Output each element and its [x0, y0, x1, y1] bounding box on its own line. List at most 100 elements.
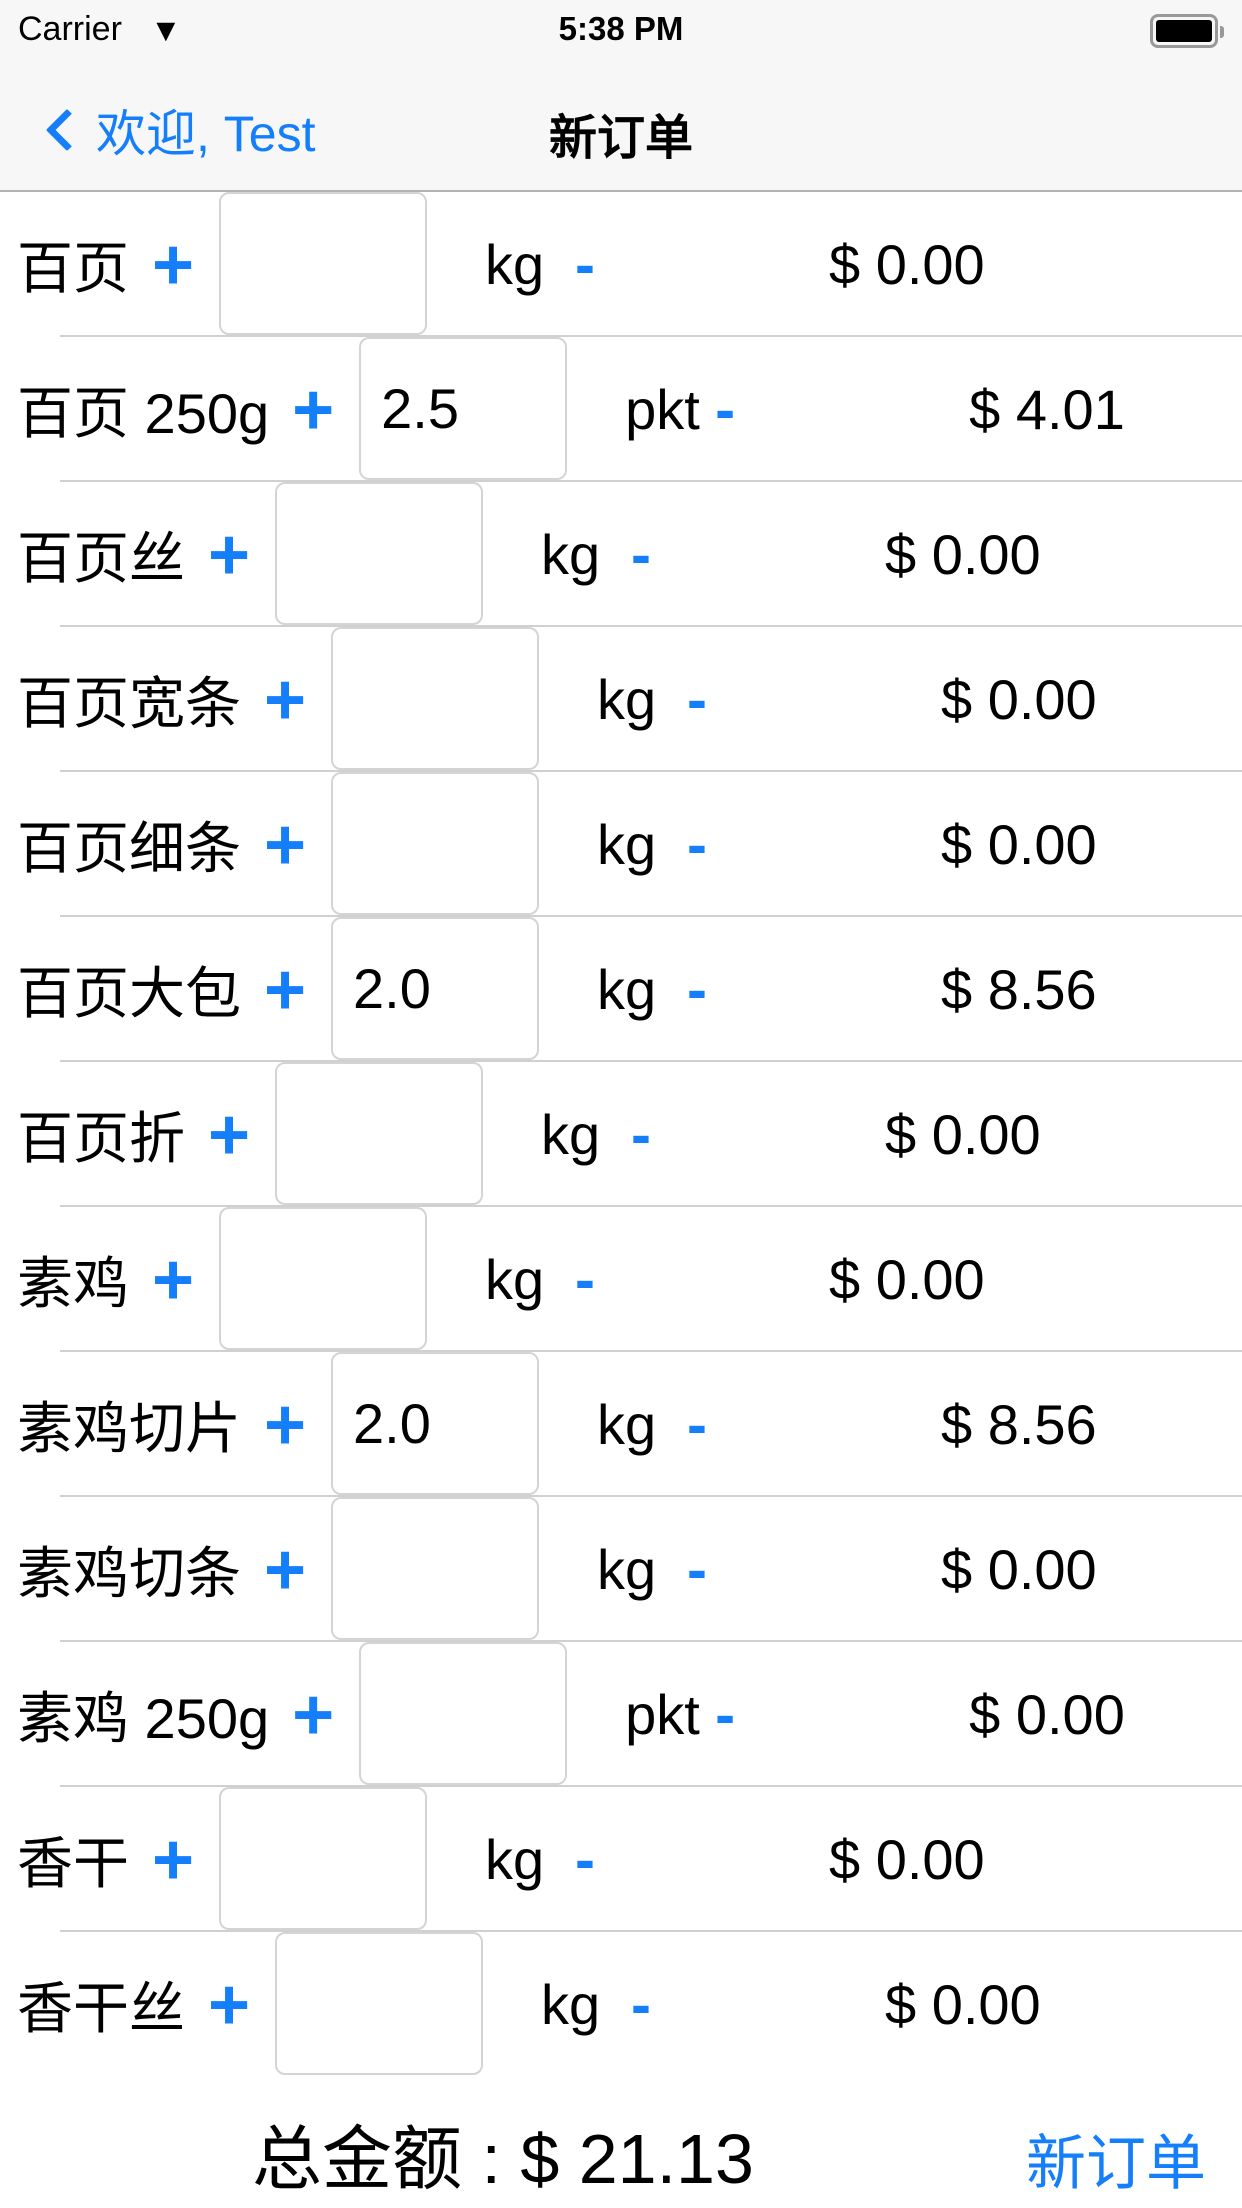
increment-button[interactable]: + [261, 1534, 309, 1606]
item-price: $ 4.01 [969, 378, 1125, 441]
item-price: $ 0.00 [941, 813, 1097, 876]
order-item-row: 百页丝 + kg - $ 0.00 [0, 482, 1242, 627]
item-price: $ 0.00 [829, 233, 985, 296]
increment-button[interactable]: + [261, 1389, 309, 1461]
quantity-input[interactable] [331, 1497, 539, 1640]
navigation-bar: 欢迎, Test 新订单 [0, 60, 1242, 192]
new-order-button[interactable]: 新订单 [1026, 2115, 1206, 2202]
unit-label: kg [541, 1103, 601, 1166]
item-price: $ 0.00 [829, 1248, 985, 1311]
order-item-row: 百页折 + kg - $ 0.00 [0, 1062, 1242, 1207]
decrement-button[interactable]: - [575, 1245, 615, 1314]
order-item-row: 素鸡切片 + 2.0 kg - $ 8.56 [0, 1352, 1242, 1497]
unit-label: kg [485, 233, 545, 296]
increment-button[interactable]: + [261, 664, 309, 736]
order-item-row: 百页细条 + kg - $ 0.00 [0, 772, 1242, 917]
unit-label: pkt [625, 378, 700, 441]
decrement-button[interactable]: - [715, 1680, 755, 1749]
unit-label: kg [597, 1393, 657, 1456]
order-item-row: 素鸡 + kg - $ 0.00 [0, 1207, 1242, 1352]
unit-label: kg [485, 1248, 545, 1311]
item-name: 百页大包 [17, 962, 241, 1025]
decrement-button[interactable]: - [687, 955, 727, 1024]
increment-button[interactable]: + [289, 1679, 337, 1751]
item-name: 百页丝 [17, 527, 185, 590]
increment-button[interactable]: + [149, 1244, 197, 1316]
order-item-row: 百页 + kg - $ 0.00 [0, 192, 1242, 337]
quantity-input[interactable] [219, 1207, 427, 1350]
battery-icon [1150, 14, 1224, 48]
quantity-input[interactable] [219, 1787, 427, 1930]
quantity-input[interactable] [219, 192, 427, 335]
increment-button[interactable]: + [261, 809, 309, 881]
increment-button[interactable]: + [261, 954, 309, 1026]
item-name: 素鸡切条 [17, 1542, 241, 1605]
footer-bar: 总金额 : $ 21.13 新订单 [0, 2075, 1242, 2208]
order-item-row: 百页宽条 + kg - $ 0.00 [0, 627, 1242, 772]
page-title: 新订单 [548, 112, 693, 165]
unit-label: kg [597, 813, 657, 876]
order-item-row: 素鸡 250g + pkt - $ 0.00 [0, 1642, 1242, 1787]
order-item-row: 百页 250g + 2.5 pkt - $ 4.01 [0, 337, 1242, 482]
item-price: $ 0.00 [941, 668, 1097, 731]
item-price: $ 0.00 [829, 1828, 985, 1891]
decrement-button[interactable]: - [631, 1970, 671, 2039]
decrement-button[interactable]: - [687, 665, 727, 734]
item-name: 素鸡 [17, 1252, 129, 1315]
quantity-input[interactable] [275, 1932, 483, 2075]
unit-label: kg [597, 668, 657, 731]
order-item-list[interactable]: 百页 + kg - $ 0.00 百页 250g + 2.5 pkt - $ 4.… [0, 192, 1242, 2077]
item-price: $ 8.56 [941, 1393, 1097, 1456]
item-name: 百页细条 [17, 817, 241, 880]
item-name: 素鸡 250g [17, 1687, 270, 1750]
item-name: 百页 [17, 237, 129, 300]
decrement-button[interactable]: - [687, 1390, 727, 1459]
decrement-button[interactable]: - [575, 1825, 615, 1894]
unit-label: pkt [625, 1683, 700, 1746]
increment-button[interactable]: + [205, 1099, 253, 1171]
decrement-button[interactable]: - [631, 520, 671, 589]
unit-label: kg [541, 523, 601, 586]
decrement-button[interactable]: - [575, 230, 615, 299]
decrement-button[interactable]: - [687, 810, 727, 879]
item-price: $ 0.00 [885, 523, 1041, 586]
item-name: 素鸡切片 [17, 1397, 241, 1460]
clock: 5:38 PM [558, 10, 684, 47]
item-name: 香干丝 [17, 1977, 185, 2040]
status-bar: Carrier ▼ 5:38 PM [0, 0, 1242, 60]
total-amount: 总金额 : $ 21.13 [252, 2120, 754, 2198]
item-price: $ 8.56 [941, 958, 1097, 1021]
order-item-row: 香干丝 + kg - $ 0.00 [0, 1932, 1242, 2077]
quantity-input[interactable] [331, 627, 539, 770]
quantity-input[interactable] [331, 772, 539, 915]
item-price: $ 0.00 [885, 1973, 1041, 2036]
item-price: $ 0.00 [885, 1103, 1041, 1166]
item-price: $ 0.00 [941, 1538, 1097, 1601]
unit-label: kg [541, 1973, 601, 2036]
item-name: 香干 [17, 1832, 129, 1895]
unit-label: kg [597, 1538, 657, 1601]
item-name: 百页 250g [17, 382, 270, 445]
item-name: 百页宽条 [17, 672, 241, 735]
unit-label: kg [485, 1828, 545, 1891]
increment-button[interactable]: + [149, 1824, 197, 1896]
decrement-button[interactable]: - [631, 1100, 671, 1169]
decrement-button[interactable]: - [715, 375, 755, 444]
order-item-row: 百页大包 + 2.0 kg - $ 8.56 [0, 917, 1242, 1062]
quantity-input[interactable] [359, 1642, 568, 1785]
item-name: 百页折 [17, 1107, 185, 1170]
quantity-input[interactable]: 2.0 [331, 917, 539, 1060]
increment-button[interactable]: + [289, 374, 337, 446]
increment-button[interactable]: + [205, 1969, 253, 2041]
decrement-button[interactable]: - [687, 1535, 727, 1604]
quantity-input[interactable] [275, 1062, 483, 1205]
increment-button[interactable]: + [205, 519, 253, 591]
unit-label: kg [597, 958, 657, 1021]
quantity-input[interactable]: 2.5 [359, 337, 568, 480]
order-item-row: 素鸡切条 + kg - $ 0.00 [0, 1497, 1242, 1642]
item-price: $ 0.00 [969, 1683, 1125, 1746]
increment-button[interactable]: + [149, 229, 197, 301]
quantity-input[interactable]: 2.0 [331, 1352, 539, 1495]
quantity-input[interactable] [275, 482, 483, 625]
order-item-row: 香干 + kg - $ 0.00 [0, 1787, 1242, 1932]
